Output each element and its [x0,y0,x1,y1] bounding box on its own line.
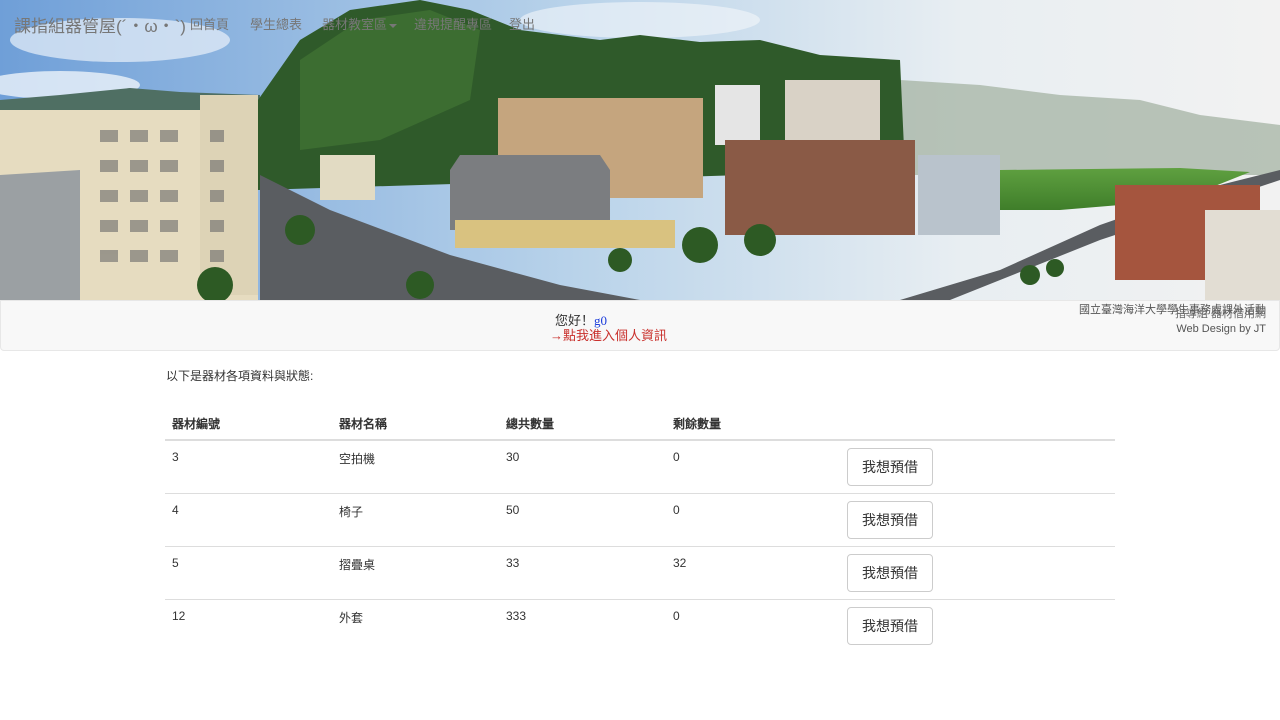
table-header-row: 器材編號 器材名稱 總共數量 剩餘數量 [165,409,1115,441]
nav-dropdown-equipment[interactable]: 器材教室區 [322,14,398,33]
cell-action: 我想預借 [833,493,1115,547]
cell-remaining: 0 [666,599,833,652]
column-header-id: 器材編號 [165,409,332,441]
credits-designer: Web Design by JT [1176,323,1266,335]
equipment-table: 器材編號 器材名稱 總共數量 剩餘數量 3 空拍機 30 0 我想預借 4 椅子… [165,409,1115,652]
borrow-button[interactable]: 我想預借 [847,448,933,486]
cell-remaining: 32 [666,546,833,600]
column-header-remaining: 剩餘數量 [666,409,833,441]
intro-text: 以下是器材各項資料與狀態: [166,369,314,383]
cell-action: 我想預借 [833,439,1115,494]
cell-total: 33 [499,546,666,600]
credits-org-overlap-text: 指導組 器材借用網 [1174,308,1266,320]
table-row: 5 摺疊桌 33 32 我想預借 [165,546,1115,600]
profile-link[interactable]: →點我進入個人資訊 [550,325,667,344]
column-header-total: 總共數量 [499,409,666,441]
cell-action: 我想預借 [833,546,1115,600]
cell-name: 空拍機 [332,439,499,494]
cell-name: 外套 [332,599,499,652]
caret-down-icon [389,23,398,28]
nav-dropdown-equipment-label: 器材教室區 [322,17,388,32]
cell-remaining: 0 [666,439,833,494]
nav-link-violation[interactable]: 違規提醒專區 [414,14,492,33]
cell-id: 12 [165,599,332,652]
nav-link-logout[interactable]: 登出 [509,14,535,33]
column-header-action [833,409,1115,441]
table-row: 12 外套 333 0 我想預借 [165,599,1115,652]
cell-id: 5 [165,546,332,600]
cell-id: 3 [165,439,332,494]
campus-banner-image [0,0,1280,300]
credits-org: 國立臺灣海洋大學學生事務處課外活動 指導組 器材借用網 [1079,304,1266,320]
cell-id: 4 [165,493,332,547]
cell-name: 椅子 [332,493,499,547]
nav-link-student-table[interactable]: 學生總表 [250,14,302,33]
borrow-button[interactable]: 我想預借 [847,607,933,645]
column-header-name: 器材名稱 [332,409,499,441]
cell-total: 333 [499,599,666,652]
borrow-button[interactable]: 我想預借 [847,501,933,539]
table-row: 3 空拍機 30 0 我想預借 [165,439,1115,494]
cell-action: 我想預借 [833,599,1115,652]
cell-remaining: 0 [666,493,833,547]
cell-total: 30 [499,439,666,494]
cell-total: 50 [499,493,666,547]
site-brand[interactable]: 課指組器管屋(´・ω・`) [14,12,186,37]
cell-name: 摺疊桌 [332,546,499,600]
site-credits: 國立臺灣海洋大學學生事務處課外活動 指導組 器材借用網 Web Design by… [1079,304,1266,336]
borrow-button[interactable]: 我想預借 [847,554,933,592]
nav-link-home[interactable]: 回首頁 [190,14,229,33]
table-row: 4 椅子 50 0 我想預借 [165,493,1115,547]
